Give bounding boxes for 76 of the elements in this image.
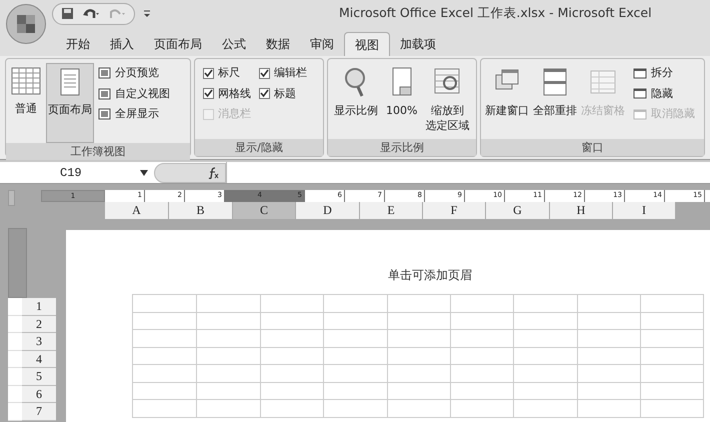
button-label: 缩放到 xyxy=(430,103,464,118)
row-header[interactable]: 6 xyxy=(22,386,56,403)
window-title: Microsoft Office Excel 工作表.xlsx - Microsoft Excel xyxy=(339,4,652,22)
office-logo-icon xyxy=(16,14,36,34)
vertical-ruler xyxy=(8,386,22,403)
window-button[interactable]: 全部重排 xyxy=(533,63,577,120)
function-icon xyxy=(207,166,219,178)
column-header[interactable]: H xyxy=(550,202,613,219)
button-label: 显示比例 xyxy=(334,103,378,118)
ribbon-tab[interactable]: 公式 xyxy=(212,32,256,56)
office-button[interactable] xyxy=(6,4,46,44)
dropdown-caret-icon xyxy=(140,170,148,176)
header-placeholder[interactable]: 单击可添加页眉 xyxy=(388,266,472,284)
ribbon-tab[interactable]: 页面布局 xyxy=(144,32,212,56)
column-header[interactable]: B xyxy=(169,202,233,219)
row-header[interactable]: 5 xyxy=(22,368,56,386)
window-icon xyxy=(633,68,647,79)
view-icon xyxy=(98,67,111,80)
column-header[interactable]: I xyxy=(613,202,676,219)
vertical-ruler xyxy=(8,316,22,333)
row-header[interactable]: 7 xyxy=(22,403,56,420)
zoom-button[interactable]: 显示比例 xyxy=(332,63,380,118)
view-button[interactable]: 普通 xyxy=(10,63,42,143)
ribbon-tab[interactable]: 开始 xyxy=(56,32,100,56)
checkbox[interactable] xyxy=(259,88,270,100)
group-label: 显示比例 xyxy=(328,139,476,156)
checkbox[interactable] xyxy=(259,68,270,79)
column-header[interactable]: E xyxy=(360,202,423,219)
group-label: 显示/隐藏 xyxy=(195,139,323,156)
column-header[interactable]: C xyxy=(233,202,296,219)
view-option-button[interactable]: 自定义视图 xyxy=(98,86,170,102)
button-label: 100% xyxy=(386,103,418,118)
undo-icon xyxy=(82,7,100,20)
customize-caret-icon xyxy=(143,8,151,18)
zoom-button[interactable]: 100% xyxy=(384,63,420,118)
view-button[interactable]: 页面布局 xyxy=(46,63,94,143)
window-option-button[interactable]: 拆分 xyxy=(633,65,695,82)
checkbox[interactable] xyxy=(203,88,214,100)
row-header[interactable]: 4 xyxy=(22,350,56,368)
group-label: 窗口 xyxy=(481,139,704,156)
view-option-button[interactable]: 分页预览 xyxy=(98,65,170,82)
zoom-button[interactable]: 缩放到 选定区域 xyxy=(423,63,472,133)
ribbon-tab[interactable]: 审阅 xyxy=(300,32,344,56)
row-header[interactable]: 1 xyxy=(22,298,56,316)
view-icon xyxy=(98,108,111,120)
group-label: 工作簿视图 xyxy=(6,143,190,160)
checkbox-option[interactable]: 网格线 xyxy=(203,86,251,102)
view-icon xyxy=(98,88,111,100)
row-header[interactable]: 2 xyxy=(22,316,56,333)
column-header[interactable]: A xyxy=(105,202,169,219)
ribbon-tab[interactable]: 视图 xyxy=(344,32,390,56)
window-icon xyxy=(633,88,647,100)
redo-icon xyxy=(108,7,126,20)
grid-icon xyxy=(11,67,41,95)
ribbon-tab[interactable]: 数据 xyxy=(256,32,300,56)
checkbox-option[interactable]: 标尺 xyxy=(203,65,251,82)
vertical-ruler xyxy=(8,368,22,386)
ribbon-tab[interactable]: 插入 xyxy=(100,32,144,56)
window-icon xyxy=(633,108,647,120)
view-option-button[interactable]: 全屏显示 xyxy=(98,106,170,122)
button-label: 选定区域 xyxy=(425,118,470,133)
checkbox-option[interactable]: 编辑栏 xyxy=(259,65,307,82)
save-icon xyxy=(61,7,74,20)
vertical-ruler xyxy=(8,350,22,368)
column-header[interactable]: F xyxy=(423,202,486,219)
row-header[interactable]: 3 xyxy=(22,333,56,350)
column-header[interactable]: G xyxy=(486,202,550,219)
name-box[interactable]: C19 xyxy=(0,162,140,183)
checkbox[interactable] xyxy=(203,68,214,79)
column-header[interactable]: D xyxy=(296,202,360,219)
vertical-ruler xyxy=(8,403,22,420)
checkbox-option[interactable]: 标题 xyxy=(259,86,307,102)
ribbon-tab[interactable]: 加载项 xyxy=(390,32,446,56)
window-option-button[interactable]: 隐藏 xyxy=(633,86,695,102)
window-button[interactable]: 新建窗口 xyxy=(485,63,529,120)
vertical-ruler xyxy=(8,333,22,350)
